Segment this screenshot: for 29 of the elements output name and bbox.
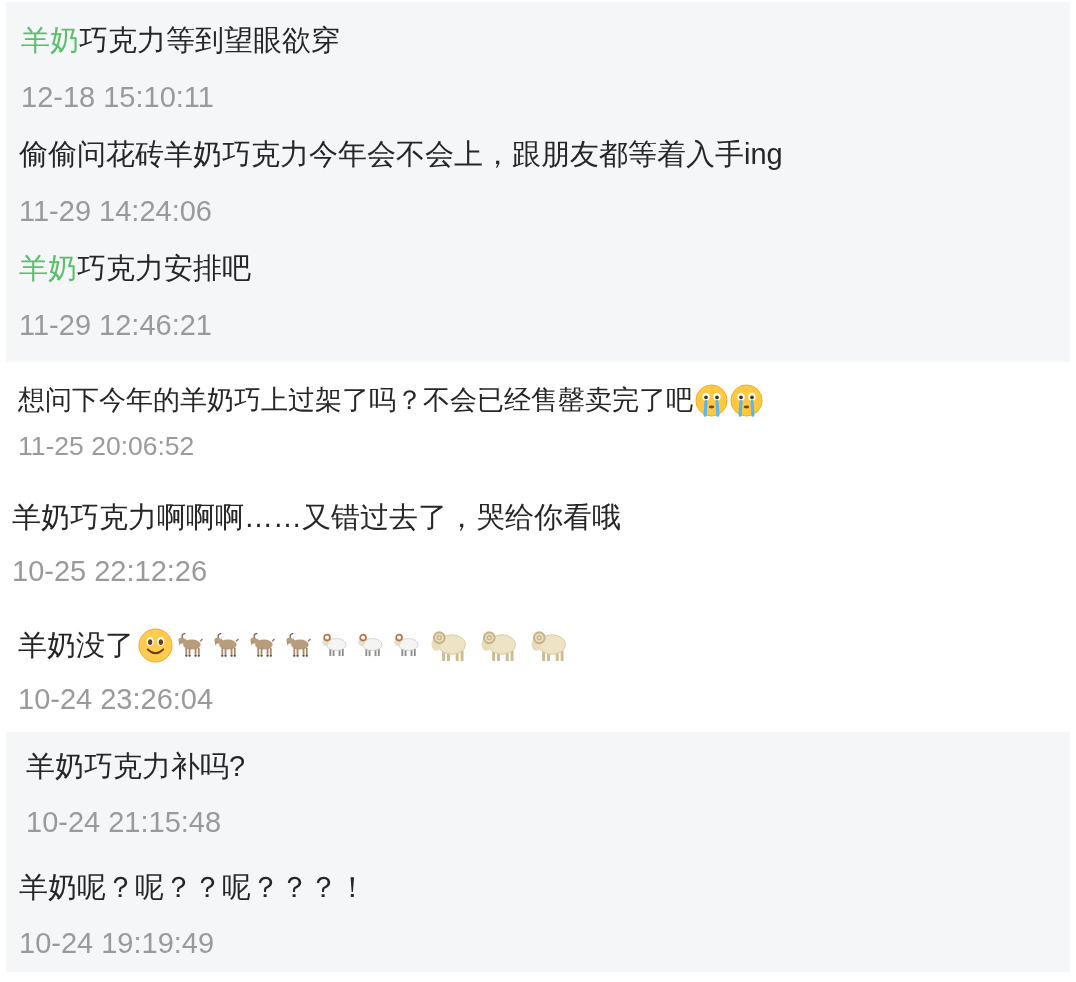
- goat-icon: [177, 633, 203, 657]
- comment-text: 偷偷问花砖羊奶巧克力今年会不会上，跟朋友都等着入手ing: [19, 137, 783, 172]
- timestamp: 11-29 12:46:21: [19, 308, 212, 343]
- sheep-icon: [429, 628, 467, 662]
- goat-icon: [213, 633, 239, 657]
- smiling-face-icon: [138, 627, 173, 663]
- timestamp: 10-24 23:26:04: [18, 682, 214, 717]
- comment-text: 羊奶巧克力安排吧: [19, 251, 251, 286]
- sheep-icon: [479, 628, 517, 662]
- ram-icon: [321, 633, 347, 657]
- timestamp: 12-18 15:10:11: [21, 80, 214, 115]
- ram-icon: [357, 633, 383, 657]
- goat-icon: [285, 633, 311, 657]
- crying-face-icon: [695, 383, 728, 417]
- comment-text: 羊奶巧克力补吗?: [26, 749, 246, 784]
- timestamp: 11-25 20:06:52: [18, 430, 195, 463]
- sheep-icon: [529, 628, 567, 662]
- comment-text: 想问下今年的羊奶巧上过架了吗？不会已经售罄卖完了吧: [18, 384, 693, 417]
- timestamp: 10-24 21:15:48: [26, 805, 222, 840]
- comment-text: 羊奶没了: [18, 628, 134, 663]
- crying-face-icon: [730, 383, 763, 417]
- timestamp: 10-25 22:12:26: [12, 554, 208, 589]
- comment-text: 羊奶巧克力等到望眼欲穿: [21, 23, 340, 58]
- timestamp: 10-24 19:19:49: [19, 926, 215, 961]
- ram-icon: [393, 633, 419, 657]
- timestamp: 11-29 14:24:06: [19, 194, 212, 229]
- comment-text: 羊奶呢？呢？？呢？？？！: [19, 870, 367, 905]
- goat-icon: [249, 633, 275, 657]
- comment-text: 羊奶巧克力啊啊啊……又错过去了，哭给你看哦: [12, 500, 621, 535]
